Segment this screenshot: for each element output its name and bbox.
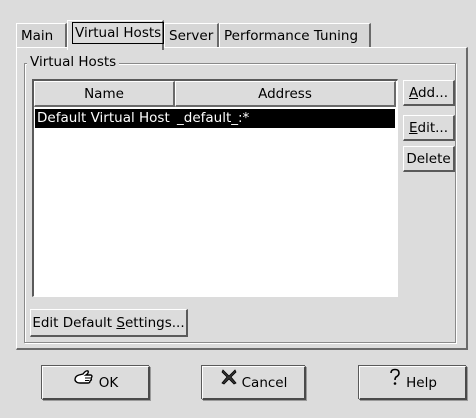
virtual-hosts-list[interactable]: Name Address Default Virtual Host _defau… (32, 79, 398, 297)
table-row[interactable]: Default Virtual Host _default_:* (35, 109, 395, 128)
frame-label: Virtual Hosts (27, 54, 120, 70)
cancel-button[interactable]: Cancel (202, 366, 306, 400)
tab-server[interactable]: Server (164, 23, 219, 48)
tab-main[interactable]: Main (16, 23, 67, 48)
column-header-address[interactable]: Address (175, 81, 396, 107)
help-label: Help (406, 375, 437, 391)
tab-performance-tuning[interactable]: Performance Tuning (219, 23, 371, 48)
row-name-cell: Default Virtual Host (37, 110, 170, 126)
tab-virtual-hosts-label: Virtual Hosts (72, 22, 165, 44)
add-button[interactable]: Add... (403, 80, 455, 106)
ok-button[interactable]: OK (42, 366, 150, 400)
edit-default-rest: ettings... (124, 315, 185, 331)
tab-performance-label: Performance Tuning (224, 28, 359, 44)
edit-default-mnemonic: S (116, 315, 125, 331)
tab-virtual-hosts[interactable]: Virtual Hosts (67, 20, 165, 50)
delete-button[interactable]: Delete (403, 146, 455, 172)
edit-button[interactable]: Edit... (403, 115, 455, 141)
tab-server-label: Server (169, 28, 214, 44)
cancel-x-icon (220, 366, 238, 398)
ok-label: OK (98, 375, 119, 391)
cancel-label: Cancel (241, 375, 288, 391)
list-header: Name Address (34, 81, 396, 107)
edit-default-settings-button[interactable]: Edit Default Settings... (30, 309, 188, 337)
column-header-name[interactable]: Name (34, 81, 175, 107)
tab-main-label: Main (21, 28, 54, 44)
ok-hand-icon (73, 366, 95, 398)
add-mnemonic: A (408, 85, 418, 101)
help-button[interactable]: Help (359, 366, 467, 400)
row-address-cell: _default_:* (177, 110, 250, 126)
edit-label-rest: dit... (417, 120, 449, 136)
help-question-icon (388, 366, 402, 398)
edit-default-prefix: Edit Default (32, 315, 117, 331)
add-label-rest: dd... (417, 85, 448, 101)
edit-mnemonic: E (408, 120, 418, 136)
virtual-hosts-dialog: Main Virtual Hosts Server Performance Tu… (0, 0, 476, 418)
delete-label: Delete (406, 151, 451, 167)
